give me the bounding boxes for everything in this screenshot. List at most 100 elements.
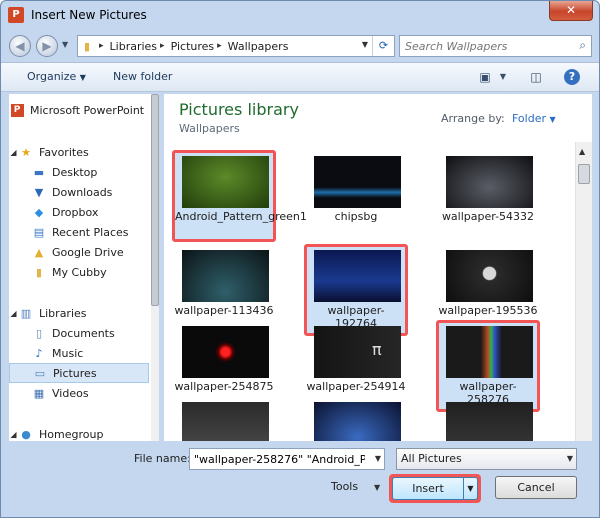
file-view-scrollbar[interactable]: ▲ — [575, 142, 592, 441]
nav-scroll-thumb[interactable] — [151, 94, 159, 306]
nav-item-recent-places[interactable]: ▤ Recent Places — [31, 222, 159, 242]
refresh-button[interactable]: ⟳ — [372, 36, 394, 56]
folder-icon: ▮ — [83, 39, 91, 53]
forward-arrow-icon: ▶ — [42, 39, 52, 53]
chevron-down-icon: ▼ — [467, 484, 474, 493]
search-icon[interactable]: ⌕ — [579, 38, 586, 53]
chevron-down-icon[interactable]: ▼ — [374, 483, 380, 492]
homegroup-icon: ● — [21, 427, 31, 441]
nav-item-desktop[interactable]: ▬ Desktop — [31, 162, 159, 182]
view-dropdown-icon[interactable]: ▼ — [495, 69, 511, 85]
breadcrumb-separator-icon[interactable]: ▸ — [99, 41, 104, 51]
folder-icon: ▮ — [35, 265, 43, 279]
nav-item-homegroup[interactable]: ◢ ● Homegroup — [9, 424, 149, 441]
filename-input[interactable] — [190, 449, 365, 469]
recent-locations-dropdown[interactable]: ▼ — [62, 40, 72, 50]
file-tile-wallpaper-54332[interactable]: wallpaper-54332 — [436, 150, 540, 242]
pi-symbol-icon: π — [372, 340, 382, 359]
insert-options-dropdown[interactable]: ▼ — [464, 477, 478, 500]
file-name: wallpaper-54332 — [441, 210, 535, 223]
star-icon: ★ — [21, 145, 31, 159]
change-view-icon[interactable]: ▣ — [477, 69, 493, 85]
nav-item-downloads[interactable]: ▼ Downloads — [31, 182, 159, 202]
file-tile[interactable] — [172, 396, 276, 441]
nav-item-my-cubby[interactable]: ▮ My Cubby — [31, 262, 159, 282]
dialog-title: Insert New Pictures — [31, 8, 147, 22]
file-tile-chipsbg[interactable]: chipsbg — [304, 150, 408, 242]
expand-arrow-icon[interactable]: ◢ — [9, 426, 18, 441]
filename-combobox[interactable]: ▼ — [189, 448, 385, 470]
file-view-scroll-thumb[interactable] — [578, 164, 590, 184]
file-thumbnail — [446, 156, 533, 208]
breadcrumb-separator-icon[interactable]: ▸ — [160, 41, 165, 51]
file-name: chipsbg — [334, 210, 378, 223]
breadcrumb-wallpapers[interactable]: Wallpapers — [225, 40, 289, 53]
file-tile[interactable] — [436, 396, 540, 441]
file-thumbnail — [182, 326, 269, 378]
back-button[interactable]: ◀ — [9, 35, 31, 57]
breadcrumb-libraries[interactable]: Libraries — [107, 40, 158, 53]
filename-label: File name: — [134, 452, 191, 465]
nav-item-label: Libraries — [39, 306, 87, 320]
filetype-select[interactable]: All Pictures ▼ — [396, 448, 577, 470]
powerpoint-icon: P — [9, 102, 25, 118]
arrange-by-dropdown[interactable]: Folder ▼ — [512, 112, 556, 125]
insert-button[interactable]: Insert — [392, 477, 464, 500]
breadcrumb-separator-icon[interactable]: ▸ — [217, 41, 222, 51]
title-bar: P Insert New Pictures ✕ — [1, 1, 599, 31]
search-input[interactable] — [400, 36, 560, 56]
new-folder-button[interactable]: New folder — [113, 70, 172, 83]
library-title: Pictures library — [179, 100, 299, 119]
expand-arrow-icon[interactable]: ◢ — [9, 144, 18, 160]
documents-icon: ▯ — [35, 326, 43, 340]
file-name: Android_Pattern_green1 — [175, 210, 307, 223]
back-arrow-icon: ◀ — [15, 39, 25, 53]
expand-arrow-icon[interactable]: ◢ — [9, 305, 18, 321]
google-drive-icon: ▲ — [34, 245, 44, 259]
nav-item-dropbox[interactable]: ◆ Dropbox — [31, 202, 159, 222]
file-thumbnail — [446, 326, 533, 378]
nav-item-label: Downloads — [52, 185, 113, 199]
file-name: wallpaper-195536 — [438, 304, 538, 317]
nav-item-microsoft-powerpoint[interactable]: P Microsoft PowerPoint — [9, 100, 149, 120]
close-button[interactable]: ✕ — [549, 1, 593, 21]
breadcrumb-pictures[interactable]: Pictures — [168, 40, 215, 53]
nav-item-google-drive[interactable]: ▲ Google Drive — [31, 242, 159, 262]
scroll-up-icon[interactable]: ▲ — [579, 147, 585, 156]
file-tile[interactable] — [304, 396, 408, 441]
navigation-row: ◀ ▶ ▼ ▮ ▸ Libraries ▸ Pictures ▸ Wallpap… — [1, 31, 599, 61]
arrange-by-label: Arrange by: — [441, 112, 505, 125]
nav-scrollbar[interactable] — [151, 94, 159, 441]
nav-item-music[interactable]: ♪ Music — [31, 343, 159, 363]
nav-item-videos[interactable]: ▦ Videos — [31, 383, 159, 403]
address-dropdown-icon[interactable]: ▼ — [362, 40, 368, 49]
navigation-pane: P Microsoft PowerPoint ◢ ★ Favorites ▬ Deskt… — [9, 94, 159, 441]
arrange-by-value: Folder — [512, 112, 546, 125]
address-bar[interactable]: ▮ ▸ Libraries ▸ Pictures ▸ Wallpapers ▼ … — [77, 35, 395, 57]
nav-item-documents[interactable]: ▯ Documents — [31, 323, 159, 343]
tools-button[interactable]: Tools — [331, 480, 358, 493]
refresh-icon: ⟳ — [378, 39, 389, 52]
chevron-down-icon: ▼ — [79, 73, 86, 82]
search-box[interactable]: ⌕ — [399, 35, 592, 57]
file-name: wallpaper-254914 — [306, 380, 406, 393]
organize-button[interactable]: Organize ▼ — [27, 70, 86, 83]
chevron-down-icon[interactable]: ▼ — [375, 454, 381, 463]
nav-item-label: My Cubby — [52, 265, 107, 279]
preview-pane-icon[interactable]: ◫ — [528, 69, 544, 85]
nav-item-label: Dropbox — [52, 205, 99, 219]
nav-item-libraries[interactable]: ◢ ▥ Libraries — [9, 303, 149, 323]
libraries-icon: ▥ — [20, 306, 32, 320]
insert-button-group[interactable]: Insert ▼ — [389, 474, 481, 503]
cancel-button[interactable]: Cancel — [495, 476, 577, 499]
pictures-icon: ▭ — [34, 366, 46, 380]
nav-item-label: Recent Places — [52, 225, 129, 239]
nav-item-pictures[interactable]: ▭ Pictures — [9, 363, 149, 383]
forward-button[interactable]: ▶ — [36, 35, 58, 57]
file-tile-android-pattern-green1[interactable]: Android_Pattern_green1 — [172, 150, 307, 242]
nav-item-favorites[interactable]: ◢ ★ Favorites — [9, 142, 149, 162]
file-name: wallpaper-113436 — [174, 304, 274, 317]
file-name: wallpaper-254875 — [174, 380, 274, 393]
filetype-value: All Pictures — [401, 452, 462, 465]
help-icon[interactable]: ? — [564, 69, 580, 85]
